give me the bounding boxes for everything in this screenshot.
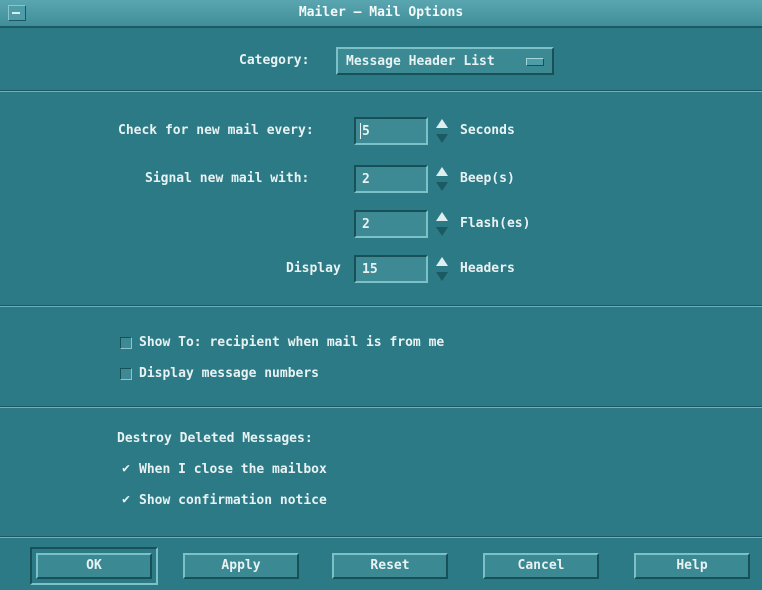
category-value: Message Header List [346, 54, 495, 69]
ok-button[interactable]: OK [36, 553, 152, 579]
title-bar: Mailer – Mail Options [0, 0, 762, 28]
separator [0, 536, 762, 538]
close-mailbox-checkbox[interactable]: ✔ [120, 462, 132, 475]
apply-button[interactable]: Apply [183, 553, 299, 579]
text-cursor [360, 123, 361, 139]
check-interval-unit: Seconds [460, 123, 515, 138]
arrow-down-icon[interactable] [434, 270, 450, 283]
separator [0, 305, 762, 307]
arrow-down-icon[interactable] [434, 225, 450, 238]
display-headers-unit: Headers [460, 261, 515, 276]
display-numbers-checkbox[interactable] [120, 368, 132, 380]
signal-label: Signal new mail with: [145, 171, 310, 186]
reset-button[interactable]: Reset [332, 553, 448, 579]
check-interval-spinner[interactable] [434, 117, 450, 145]
arrow-down-icon[interactable] [434, 132, 450, 145]
display-headers-label: Display [286, 261, 341, 276]
help-button[interactable]: Help [634, 553, 750, 579]
category-option-menu[interactable]: Message Header List [336, 47, 554, 75]
display-headers-value: 15 [362, 262, 378, 277]
arrow-up-icon[interactable] [434, 165, 450, 178]
beep-count-field[interactable]: 2 [354, 165, 428, 193]
beep-count-value: 2 [362, 172, 370, 187]
flash-unit: Flash(es) [460, 216, 531, 231]
destroy-heading: Destroy Deleted Messages: [117, 431, 313, 446]
confirmation-checkbox[interactable]: ✔ [120, 493, 132, 506]
display-numbers-label[interactable]: Display message numbers [139, 366, 319, 381]
arrow-up-icon[interactable] [434, 255, 450, 268]
cancel-button[interactable]: Cancel [483, 553, 599, 579]
separator [0, 406, 762, 408]
check-interval-label: Check for new mail every: [118, 123, 314, 138]
check-interval-value: 5 [362, 124, 370, 139]
beep-count-spinner[interactable] [434, 165, 450, 193]
category-label: Category: [239, 53, 310, 68]
beep-unit: Beep(s) [460, 171, 515, 186]
display-headers-spinner[interactable] [434, 255, 450, 283]
show-to-label[interactable]: Show To: recipient when mail is from me [139, 335, 444, 350]
confirmation-label[interactable]: Show confirmation notice [139, 493, 327, 508]
display-headers-field[interactable]: 15 [354, 255, 428, 283]
flash-count-field[interactable]: 2 [354, 210, 428, 238]
arrow-up-icon[interactable] [434, 117, 450, 130]
option-menu-indicator-icon [526, 58, 544, 66]
show-to-checkbox[interactable] [120, 337, 132, 349]
arrow-down-icon[interactable] [434, 180, 450, 193]
close-mailbox-label[interactable]: When I close the mailbox [139, 462, 327, 477]
flash-count-value: 2 [362, 217, 370, 232]
check-interval-field[interactable]: 5 [354, 117, 428, 145]
arrow-up-icon[interactable] [434, 210, 450, 223]
flash-count-spinner[interactable] [434, 210, 450, 238]
separator [0, 90, 762, 92]
window-title: Mailer – Mail Options [298, 5, 464, 20]
